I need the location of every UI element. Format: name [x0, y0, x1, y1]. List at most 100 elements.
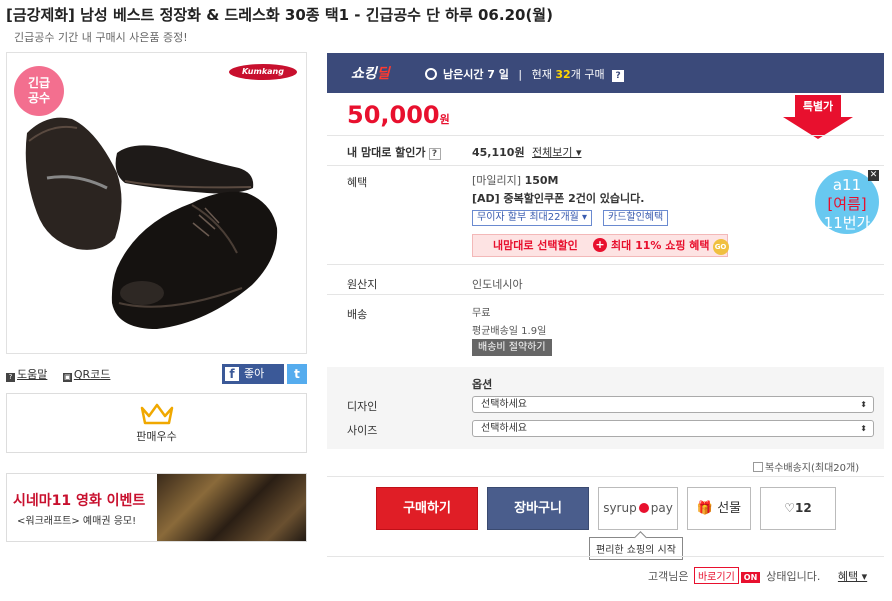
special-price-badge: 특별가: [783, 95, 853, 139]
remaining-time: 남은시간 7 일: [443, 68, 509, 81]
promo-line2: [여름]: [827, 195, 867, 213]
divider: [327, 135, 884, 136]
size-select[interactable]: 선택하세요 ⬍: [472, 420, 874, 437]
gift-button[interactable]: 🎁 선물: [687, 487, 751, 530]
size-select-value: 선택하세요: [481, 423, 527, 434]
discount-left-label: 내맘대로 선택할인: [493, 239, 578, 252]
qr-link[interactable]: QR코드: [74, 368, 111, 381]
status-suffix: 상태입니다.: [766, 570, 821, 583]
size-label: 사이즈: [347, 424, 378, 437]
count-value: 32: [555, 68, 571, 81]
discount-right-label: 최대 11% 쇼핑 혜택: [611, 239, 710, 252]
syrup-label: syrup: [603, 501, 637, 515]
options-title: 옵션: [472, 378, 493, 391]
my-price-help-icon[interactable]: ?: [428, 148, 441, 160]
cinema-event-banner[interactable]: 시네마11 영화 이벤트 <워크래프트> 예매권 응모!: [6, 473, 307, 542]
plus-icon: +: [593, 238, 607, 252]
deal-logo-accent: 딜: [376, 66, 390, 82]
divider: [327, 476, 884, 477]
gift-label: 선물: [717, 501, 742, 516]
select-arrow-icon: ⬍: [860, 400, 867, 409]
my-price-label-text: 내 맘대로 할인가: [347, 146, 426, 159]
shipping-save-button[interactable]: 배송비 절약하기: [472, 339, 552, 356]
special-price-label: 특별가: [802, 100, 834, 113]
design-select-value: 선택하세요: [481, 399, 527, 410]
my-price-value: 45,110원: [472, 146, 525, 159]
price-amount: 50,000: [347, 101, 440, 129]
syrup-pay-button[interactable]: syrup pay: [598, 487, 678, 530]
shipping-label: 배송: [347, 308, 368, 321]
close-icon[interactable]: ✕: [868, 170, 879, 181]
page-title: [금강제화] 남성 베스트 정장화 & 드레스화 30종 택1 - 긴급공수 단…: [6, 6, 553, 24]
origin-label: 원산지: [347, 278, 378, 291]
urgent-badge: 긴급 공수: [14, 66, 64, 116]
seller-grade-box: 판매우수: [6, 393, 307, 453]
urgent-badge-line2: 공수: [27, 91, 51, 105]
facebook-like-label: 좋아: [244, 367, 265, 380]
multi-ship-label: 복수배송지(최대20개): [765, 463, 860, 474]
mileage-prefix: [마일리지]: [472, 174, 522, 187]
select-arrow-icon: ⬍: [860, 424, 867, 433]
syrup-dot-icon: [638, 503, 649, 513]
help-link[interactable]: 도움말: [17, 368, 47, 381]
qr-icon: ▣: [62, 373, 72, 382]
like-button[interactable]: ♡12: [760, 487, 836, 530]
benefit-dropdown[interactable]: 혜택 ▾: [838, 570, 867, 583]
crown-icon: [7, 402, 306, 426]
banner-image: [157, 474, 306, 541]
count-prefix: 현재: [531, 68, 552, 81]
price-unit: 원: [439, 113, 450, 126]
heart-icon: ♡: [784, 501, 796, 515]
coupon-info[interactable]: [AD] 중복할인쿠폰 2건이 있습니다.: [472, 190, 644, 206]
divider: [327, 165, 884, 166]
on-badge: ON: [740, 572, 761, 583]
deal-help-icon[interactable]: ?: [612, 70, 625, 82]
multi-ship-option[interactable]: 복수배송지(최대20개): [753, 459, 859, 474]
facebook-like-button[interactable]: f 좋아: [222, 364, 284, 384]
count-suffix: 개 구매: [570, 68, 605, 81]
urgent-badge-line1: 긴급: [27, 76, 51, 90]
shortcut-status: 고객님은 바로기기 ON 상태입니다. 혜택 ▾: [648, 567, 867, 584]
mileage-info: [마일리지] 150M: [472, 172, 559, 188]
sale-price: 50,000원: [347, 101, 450, 129]
buy-button[interactable]: 구매하기: [376, 487, 478, 530]
page-subtitle: 긴급공수 기간 내 구매시 사은품 증정!: [14, 31, 188, 44]
go-icon: GO: [712, 239, 729, 255]
deal-timer: 남은시간 7 일 | 현재 32개 구매 ?: [425, 66, 625, 82]
status-prefix: 고객님은: [648, 570, 689, 583]
deal-logo-main: 쇼킹: [351, 66, 377, 82]
gift-icon: 🎁: [696, 501, 714, 516]
installment-chip[interactable]: 무이자 할부 최대22개월 ▾: [472, 210, 593, 226]
help-icon: ?: [6, 373, 15, 382]
pay-label: pay: [650, 501, 673, 515]
image-links: ? 도움말 ▣ QR코드: [6, 366, 122, 382]
seller-grade-label: 판매우수: [136, 430, 177, 443]
design-label: 디자인: [347, 400, 378, 413]
benefit-label: 혜택: [347, 176, 368, 189]
mileage-value: 150M: [524, 174, 559, 187]
divider: [327, 556, 884, 557]
purchase-count: 현재 32개 구매: [532, 68, 605, 81]
shocking-deal-logo: 쇼킹딜: [351, 63, 390, 83]
banner-subtitle: <워크래프트> 예매권 응모!: [17, 516, 137, 527]
banner-title: 시네마11 영화 이벤트: [13, 493, 146, 509]
divider: [327, 294, 884, 295]
deal-bar: 쇼킹딜 남은시간 7 일 | 현재 32개 구매 ?: [327, 53, 884, 93]
view-all-link[interactable]: 전체보기 ▾: [532, 144, 582, 160]
divider: [327, 264, 884, 265]
promo-line3: 11번가: [823, 214, 871, 232]
shipping-avg-days: 평균배송일 1.9일: [472, 326, 547, 337]
custom-discount-bar[interactable]: 내맘대로 선택할인 + 최대 11% 쇼핑 혜택 GO: [472, 234, 729, 257]
twitter-icon[interactable]: t: [287, 364, 307, 384]
card-discount-chip[interactable]: 카드할인혜택: [603, 210, 669, 226]
origin-value: 인도네시아: [472, 278, 523, 291]
brand-logo: Kumkang: [229, 64, 297, 80]
multi-ship-checkbox[interactable]: [753, 462, 763, 472]
facebook-icon: f: [225, 367, 239, 381]
shortcut-badge[interactable]: 바로기기: [693, 567, 739, 584]
cart-button[interactable]: 장바구니: [487, 487, 589, 530]
shipping-fee: 무료: [472, 308, 491, 319]
like-count: 12: [795, 501, 812, 515]
design-select[interactable]: 선택하세요 ⬍: [472, 396, 874, 413]
my-price-label: 내 맘대로 할인가?: [347, 144, 441, 160]
